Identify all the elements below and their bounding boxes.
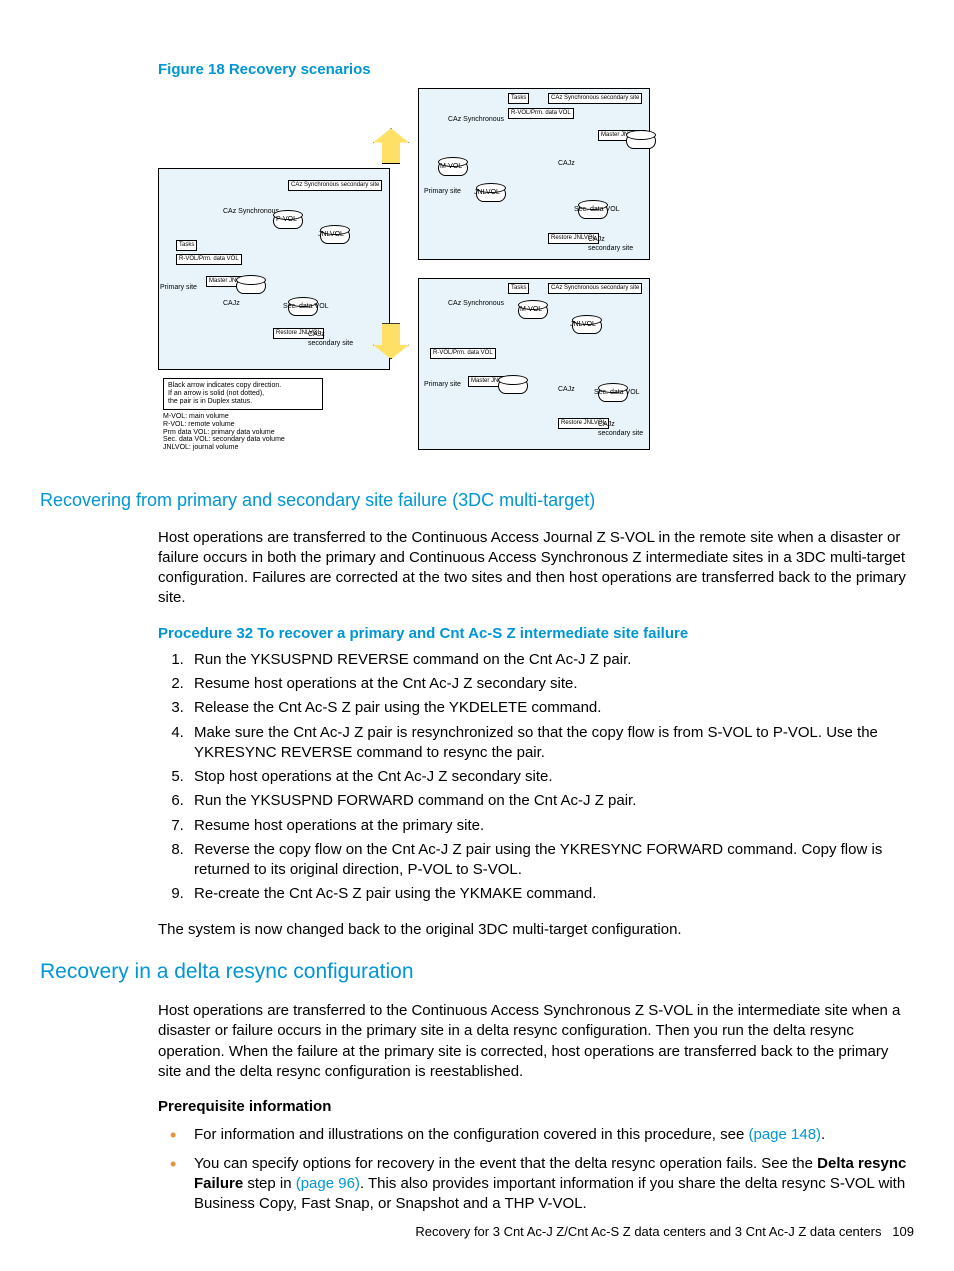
br-prim: Primary site [424, 381, 461, 389]
page-footer: Recovery for 3 Cnt Ac-J Z/Cnt Ac-S Z dat… [415, 1223, 914, 1241]
label-tasks: Tasks [176, 240, 197, 250]
tr-tasks: Tasks [508, 93, 529, 103]
step-6: Run the YKSUSPND FORWARD command on the … [188, 791, 914, 811]
tr-secdata: Sec. data VOL [574, 206, 620, 214]
br-cajz: CAJz [558, 386, 575, 394]
procedure-steps: Run the YKSUSPND REVERSE command on the … [158, 650, 914, 905]
section2-para: Host operations are transferred to the C… [158, 1001, 914, 1082]
tr-secsite: secondary site [588, 245, 633, 253]
step-1: Run the YKSUSPND REVERSE command on the … [188, 650, 914, 670]
bullet-2: You can specify options for recovery in … [188, 1154, 914, 1215]
page-link-148[interactable]: (page 148) [748, 1126, 821, 1143]
figure-diagram: CAz Synchronous CAz Synchronous secondar… [158, 88, 914, 468]
br-caz-sync: CAz Synchronous [448, 300, 504, 308]
br-secdata: Sec. data VOL [594, 389, 640, 397]
br-tasks: Tasks [508, 283, 529, 293]
br-rvol: R-VOL/Prm. data VOL [430, 348, 496, 358]
tr-cajz: CAJz [558, 160, 575, 168]
br-jnl: JNLVOL [570, 321, 596, 329]
bullet-2-pre: You can specify options for recovery in … [194, 1155, 817, 1172]
step-8: Reverse the copy flow on the Cnt Ac-J Z … [188, 840, 914, 881]
step-7: Resume host operations at the primary si… [188, 816, 914, 836]
section1-para: Host operations are transferred to the C… [158, 528, 914, 609]
br-caz-sec: CAz Synchronous secondary site [548, 283, 642, 293]
label-cajz2: CAJz [308, 331, 325, 339]
br-mvol: M-VOL [520, 306, 542, 314]
section2-heading: Recovery in a delta resync configuration [40, 958, 914, 986]
tr-prim: Primary site [424, 188, 461, 196]
figure-legend-note: Black arrow indicates copy direction. If… [163, 378, 323, 410]
tr-jnl-icon [626, 133, 656, 149]
label-rvol-prm: R-VOL/Prm. data VOL [176, 254, 242, 264]
tr-caz-sec: CAz Synchronous secondary site [548, 93, 642, 103]
arrow-up-icon [373, 128, 409, 164]
footer-text: Recovery for 3 Cnt Ac-J Z/Cnt Ac-S Z dat… [415, 1224, 881, 1239]
bullet-1: For information and illustrations on the… [188, 1125, 914, 1145]
label-pvol: P-VOL [276, 216, 297, 224]
tr-rvol: R-VOL/Prm. data VOL [508, 108, 574, 118]
label-secdata: Sec. data VOL [283, 303, 329, 311]
bullet-1-post: . [821, 1126, 825, 1143]
bullet-1-pre: For information and illustrations on the… [194, 1126, 748, 1143]
step-5: Stop host operations at the Cnt Ac-J Z s… [188, 767, 914, 787]
footer-page: 109 [892, 1224, 914, 1239]
procedure-title: Procedure 32 To recover a primary and Cn… [158, 624, 914, 644]
br-secsite: secondary site [598, 430, 643, 438]
label-cajz: CAJz [223, 300, 240, 308]
label-caz-sec: CAz Synchronous secondary site [288, 180, 382, 190]
tr-mvol: M-VOL [440, 163, 462, 171]
tr-jnl2: JNLVOL [474, 189, 500, 197]
br-jnl2-icon [498, 378, 528, 394]
br-cajz2: CAJz [598, 421, 615, 429]
section1-closing: The system is now changed back to the or… [158, 920, 914, 940]
tr-caz-sync: CAz Synchronous [448, 116, 504, 124]
vol-jnl2-icon [236, 278, 266, 294]
section1-heading: Recovering from primary and secondary si… [40, 488, 914, 512]
step-2: Resume host operations at the Cnt Ac-J Z… [188, 674, 914, 694]
step-4: Make sure the Cnt Ac-J Z pair is resynch… [188, 723, 914, 764]
label-caz-sync: CAz Synchronous [223, 208, 279, 216]
figure-caption: Figure 18 Recovery scenarios [158, 60, 914, 80]
step-9: Re-create the Cnt Ac-S Z pair using the … [188, 884, 914, 904]
bullet-2-mid: step in [243, 1175, 296, 1192]
step-3: Release the Cnt Ac-S Z pair using the YK… [188, 698, 914, 718]
figure-legend-defs: M-VOL: main volume R-VOL: remote volume … [163, 413, 285, 451]
page-link-96[interactable]: (page 96) [296, 1175, 360, 1192]
tr-cajz2: CAJz [588, 236, 605, 244]
label-jnlvol: JNLVOL [318, 231, 344, 239]
label-sec-site: secondary site [308, 340, 353, 348]
label-primary-site: Primary site [160, 284, 197, 292]
prereq-heading: Prerequisite information [158, 1097, 914, 1117]
